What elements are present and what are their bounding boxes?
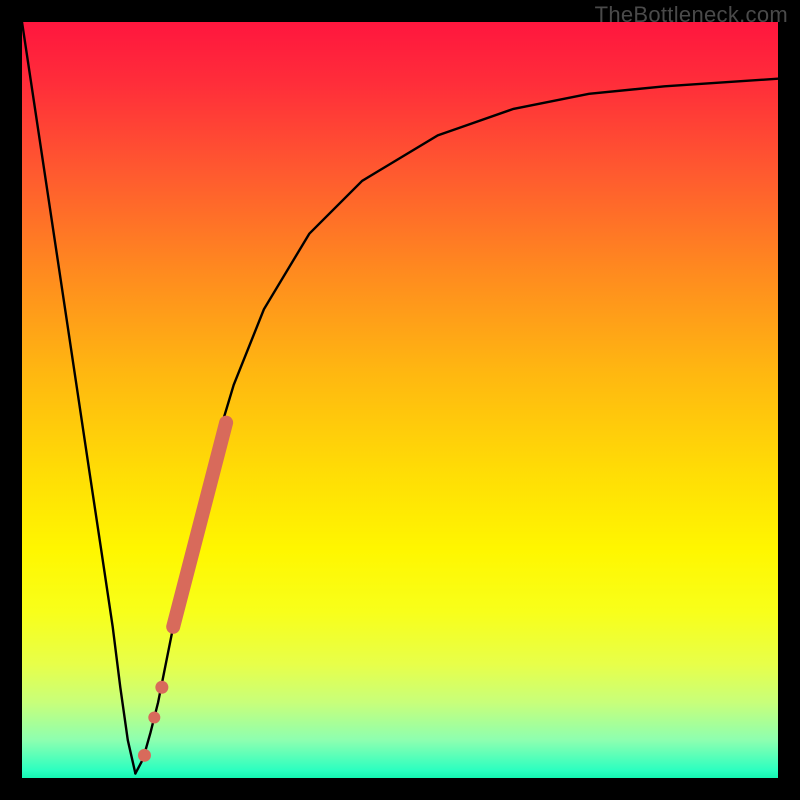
chart-svg	[22, 22, 778, 778]
watermark-text: TheBottleneck.com	[595, 2, 788, 28]
marker-dot-2	[148, 712, 160, 724]
curve-left-branch	[22, 22, 135, 774]
marker-segment	[173, 423, 226, 627]
chart-frame: TheBottleneck.com	[0, 0, 800, 800]
marker-dot-3	[138, 749, 151, 762]
plot-area	[22, 22, 778, 778]
marker-dot-1	[155, 681, 168, 694]
